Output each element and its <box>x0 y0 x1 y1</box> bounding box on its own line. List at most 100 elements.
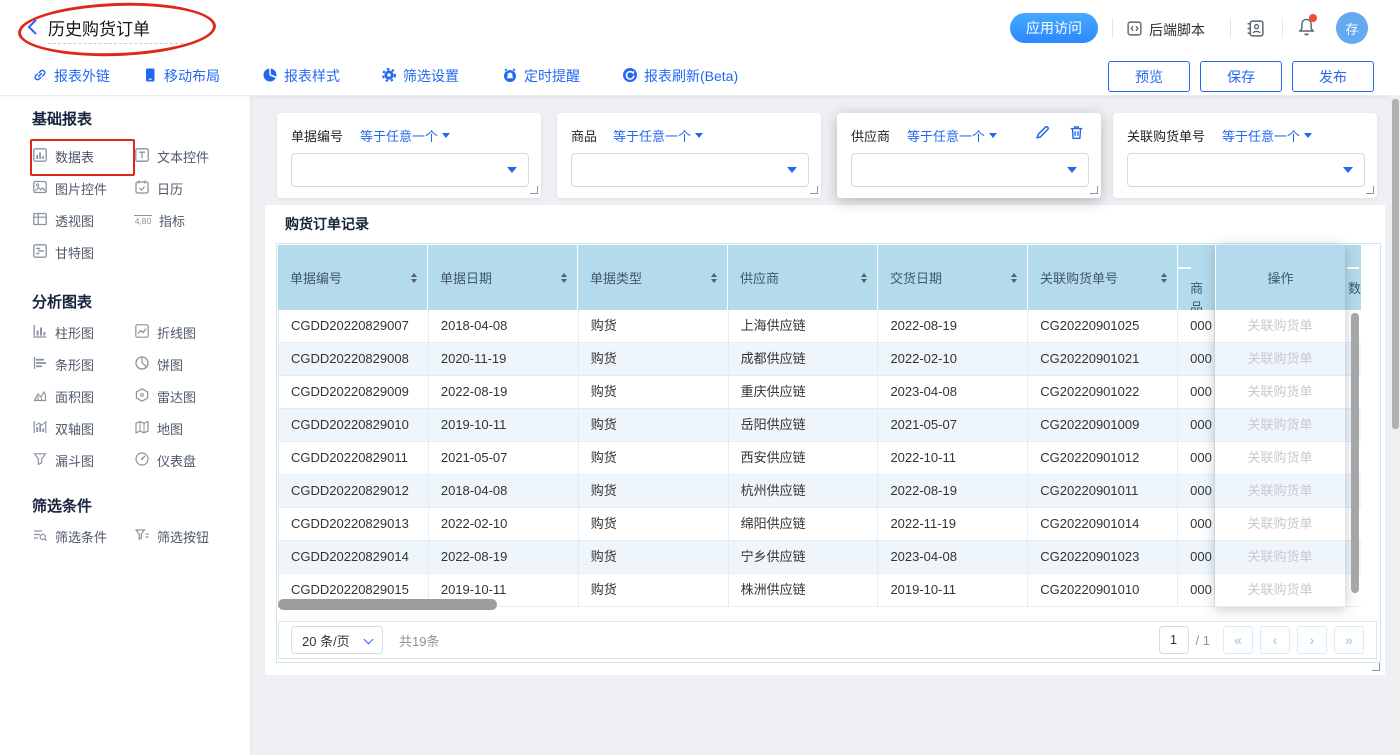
resize-handle[interactable] <box>530 186 538 194</box>
filter-value-select[interactable] <box>571 153 809 187</box>
related-order-link[interactable]: 关联购货单 <box>1247 483 1312 498</box>
sort-icon[interactable] <box>1161 273 1167 283</box>
filter-label: 单据编号 <box>291 126 343 145</box>
back-icon[interactable] <box>26 18 40 39</box>
report-toolbar: 报表外链 移动布局 报表样式 筛选设置 定时提醒 报表刷新(Beta) 预览 保… <box>0 57 1400 96</box>
column-header-order-no[interactable]: 单据编号 <box>278 245 428 310</box>
sidebar-item-filter-condition[interactable]: 筛选条件 <box>32 527 127 546</box>
related-order-link[interactable]: 关联购货单 <box>1247 417 1312 432</box>
action-cell: 关联购货单 <box>1215 376 1345 409</box>
related-order-link[interactable]: 关联购货单 <box>1247 351 1312 366</box>
related-order-link[interactable]: 关联购货单 <box>1247 582 1312 597</box>
next-page-button[interactable]: › <box>1297 626 1327 654</box>
last-page-button[interactable]: » <box>1334 626 1364 654</box>
toolbar-item-report-refresh[interactable]: 报表刷新(Beta) <box>622 57 738 95</box>
filter-operator-dropdown[interactable]: 等于任意一个 <box>907 126 997 145</box>
sidebar-item-funnel-chart[interactable]: 漏斗图 <box>32 451 127 470</box>
toolbar-item-filter-settings[interactable]: 筛选设置 <box>381 57 459 95</box>
save-button[interactable]: 保存 <box>1200 61 1282 92</box>
related-order-link[interactable]: 关联购货单 <box>1247 450 1312 465</box>
sidebar-item-bar-chart[interactable]: 条形图 <box>32 355 127 374</box>
filter-card-product[interactable]: 商品 等于任意一个 <box>557 113 821 198</box>
filter-card-order-no[interactable]: 单据编号 等于任意一个 <box>277 113 541 198</box>
column-header-product-clipped[interactable]: 商品 <box>1178 245 1215 310</box>
cell-order-type: 购货 <box>579 442 729 475</box>
sidebar-item-filter-button[interactable]: 筛选按钮 <box>134 527 229 546</box>
cell-supplier: 上海供应链 <box>729 310 879 343</box>
column-header-supplier[interactable]: 供应商 <box>728 245 878 310</box>
page-title[interactable]: 历史购货订单 <box>48 15 150 40</box>
calendar-icon <box>134 179 150 198</box>
filter-card-related-order[interactable]: 关联购货单号 等于任意一个 <box>1113 113 1377 198</box>
column-header-order-date[interactable]: 单据日期 <box>428 245 578 310</box>
sidebar-item-dual-axis-chart[interactable]: 双轴图 <box>32 419 127 438</box>
sidebar-item-indicator[interactable]: 4,80 指标 <box>134 211 229 230</box>
related-order-link[interactable]: 关联购货单 <box>1247 516 1312 531</box>
related-order-link[interactable]: 关联购货单 <box>1247 549 1312 564</box>
page-number-input[interactable]: 1 <box>1159 626 1189 654</box>
table-vertical-scrollbar[interactable] <box>1351 313 1359 593</box>
first-page-button[interactable]: « <box>1223 626 1253 654</box>
filter-operator-dropdown[interactable]: 等于任意一个 <box>360 126 450 145</box>
filter-operator-dropdown[interactable]: 等于任意一个 <box>1222 126 1312 145</box>
sidebar-item-gantt[interactable]: 甘特图 <box>32 243 127 262</box>
avatar[interactable]: 存 <box>1336 12 1368 44</box>
toolbar-item-report-link[interactable]: 报表外链 <box>32 57 110 95</box>
sidebar-item-line-chart[interactable]: 折线图 <box>134 323 229 342</box>
sidebar-item-data-table[interactable]: 数据表 <box>32 147 127 166</box>
cell-product: 000 <box>1178 343 1215 376</box>
preview-button[interactable]: 预览 <box>1108 61 1190 92</box>
sort-icon[interactable] <box>1011 273 1017 283</box>
delete-icon[interactable] <box>1068 124 1085 144</box>
sidebar-item-image-widget[interactable]: 图片控件 <box>32 179 127 198</box>
sidebar-item-column-chart[interactable]: 柱形图 <box>32 323 127 342</box>
action-cell: 关联购货单 <box>1215 508 1345 541</box>
related-order-link[interactable]: 关联购货单 <box>1247 384 1312 399</box>
sidebar-item-text-widget[interactable]: 文本控件 <box>134 147 229 166</box>
filter-card-supplier[interactable]: 供应商 等于任意一个 <box>837 113 1101 198</box>
filter-value-select[interactable] <box>851 153 1089 187</box>
sidebar-item-calendar[interactable]: 日历 <box>134 179 229 198</box>
sidebar-item-radar-chart[interactable]: 雷达图 <box>134 387 229 406</box>
edit-icon[interactable] <box>1034 124 1051 144</box>
publish-button[interactable]: 发布 <box>1292 61 1374 92</box>
filter-value-select[interactable] <box>291 153 529 187</box>
column-header-order-type[interactable]: 单据类型 <box>578 245 728 310</box>
sidebar-item-pie-chart[interactable]: 饼图 <box>134 355 229 374</box>
sidebar-item-pivot[interactable]: 透视图 <box>32 211 127 230</box>
resize-handle[interactable] <box>810 186 818 194</box>
widget-resize-handle[interactable] <box>1372 663 1380 671</box>
sidebar-item-area-chart[interactable]: 面积图 <box>32 387 127 406</box>
sidebar-item-map[interactable]: 地图 <box>134 419 229 438</box>
page-scrollbar-thumb[interactable] <box>1392 99 1399 429</box>
previous-page-button[interactable]: ‹ <box>1260 626 1290 654</box>
resize-handle[interactable] <box>1090 186 1098 194</box>
table-horizontal-scrollbar[interactable] <box>278 599 497 610</box>
sort-icon[interactable] <box>861 273 867 283</box>
sidebar-item-gauge[interactable]: 仪表盘 <box>134 451 229 470</box>
contacts-icon[interactable] <box>1245 18 1266 42</box>
table-row: CGDD20220829007 2018-04-08 购货 上海供应链 2022… <box>279 310 1361 343</box>
chevron-down-icon <box>787 167 797 173</box>
column-header-related-order-no[interactable]: 关联购货单号 <box>1028 245 1178 310</box>
toolbar-item-scheduled-reminder[interactable]: 定时提醒 <box>502 57 580 95</box>
related-order-link[interactable]: 关联购货单 <box>1247 318 1312 333</box>
table-row: CGDD20220829009 2022-08-19 购货 重庆供应链 2023… <box>279 376 1361 409</box>
filter-value-select[interactable] <box>1127 153 1365 187</box>
indicator-icon: 4,80 <box>134 215 152 226</box>
filter-operator-dropdown[interactable]: 等于任意一个 <box>613 126 703 145</box>
cell-supplier: 成都供应链 <box>729 343 879 376</box>
cell-product: 000 <box>1178 541 1215 574</box>
line-chart-icon <box>134 323 150 342</box>
app-access-button[interactable]: 应用访问 <box>1010 13 1098 43</box>
column-header-delivery-date[interactable]: 交货日期 <box>878 245 1028 310</box>
page-size-select[interactable]: 20 条/页 <box>291 626 383 654</box>
sort-icon[interactable] <box>711 273 717 283</box>
resize-handle[interactable] <box>1366 186 1374 194</box>
sort-icon[interactable] <box>561 273 567 283</box>
toolbar-item-mobile-layout[interactable]: 移动布局 <box>142 57 220 95</box>
backend-script-link[interactable]: 后端脚本 <box>1149 20 1205 40</box>
sort-icon[interactable] <box>411 273 417 283</box>
toolbar-item-report-style[interactable]: 报表样式 <box>262 57 340 95</box>
top-header: 历史购货订单 应用访问 后端脚本 存 <box>0 0 1400 58</box>
